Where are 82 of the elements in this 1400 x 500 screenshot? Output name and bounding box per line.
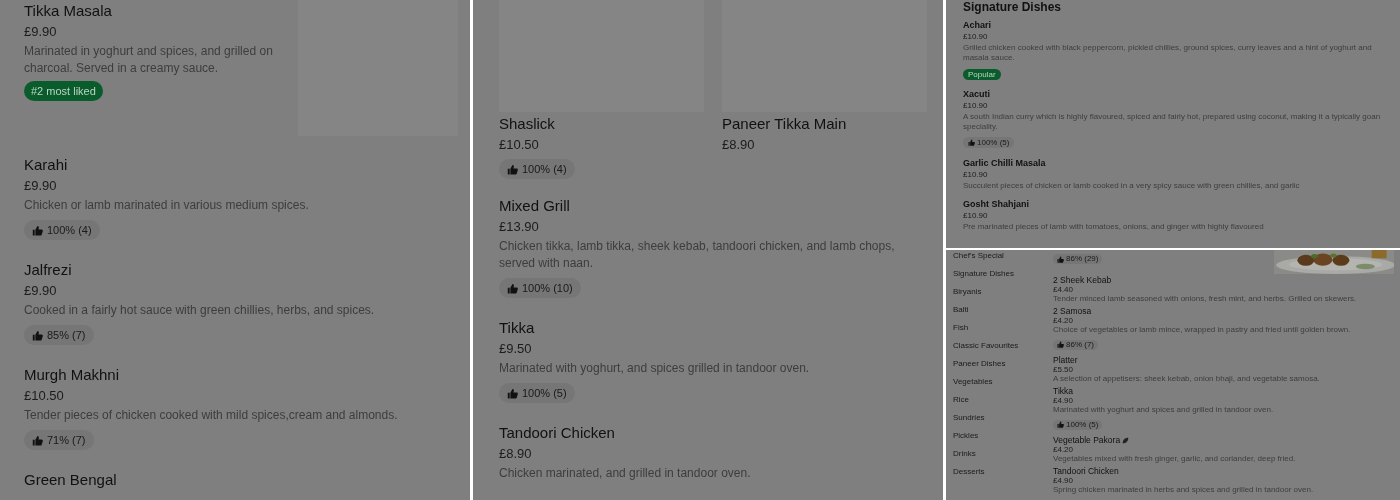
- thumbs-up-icon: [1057, 341, 1064, 348]
- dish-name[interactable]: Tandoori Chicken: [1053, 466, 1394, 476]
- dish-price: £8.90: [722, 137, 756, 153]
- dish-name[interactable]: Murgh Makhni: [24, 366, 458, 384]
- dish-description: Chicken tikka, lamb tikka, sheek kebab, tandoori chicken, and lamb chops, served with naan.: [499, 238, 896, 272]
- thumbs-up-icon: [1057, 255, 1064, 263]
- dish-description: Marinated in yoghurt and spices, and grilled on charcoal. Served in a creamy sauce.: [24, 43, 274, 77]
- category-link[interactable]: Drinks: [953, 449, 1053, 459]
- rating-pill: 100% (5): [1053, 419, 1103, 430]
- thumbs-up-icon: [507, 163, 518, 175]
- dish-price: £9.90: [24, 24, 58, 40]
- dish-price: £10.90: [963, 211, 989, 221]
- category-link[interactable]: Sundries: [953, 413, 1053, 423]
- dish-name[interactable]: Tandoori Chicken: [499, 424, 929, 442]
- rating-pill: 71% (7): [24, 430, 94, 450]
- rating-pill: 86% (7): [1053, 339, 1098, 350]
- category-link[interactable]: Classic Favourites: [953, 341, 1053, 351]
- dish-name[interactable]: 2 Sheek Kebab: [1053, 275, 1394, 285]
- dish-price: £4.20: [1053, 316, 1075, 325]
- most-liked-badge: #2 most liked: [24, 81, 103, 101]
- dish-price: £4.90: [1053, 396, 1075, 405]
- dish-description: Marinated with yoghurt, and spices grilled in tandoor oven.: [499, 360, 811, 377]
- dish-price: £9.50: [499, 341, 533, 357]
- thumbs-up-icon: [968, 139, 975, 146]
- dish-name[interactable]: Garlic Chilli Masala: [963, 158, 1390, 169]
- dish-price: £4.40: [1053, 285, 1075, 294]
- rating-pill: 85% (7): [24, 325, 94, 345]
- section-heading: Signature Dishes: [963, 0, 1063, 14]
- dish-name[interactable]: Jalfrezi: [24, 261, 458, 279]
- dish-name[interactable]: Paneer Tikka Main: [722, 115, 927, 133]
- category-link[interactable]: Chef's Special: [953, 251, 1053, 261]
- dish-description: Chicken or lamb marinated in various medium spices.: [24, 197, 310, 214]
- dish-name[interactable]: Mixed Grill: [499, 197, 929, 215]
- category-link[interactable]: Desserts: [953, 467, 1053, 477]
- dish-description: Chicken marinated, and grilled in tandoor oven.: [499, 465, 752, 482]
- thumbs-up-icon: [32, 329, 43, 341]
- dish-name[interactable]: 2 Samosa: [1053, 306, 1394, 316]
- dish-price: £10.50: [24, 388, 65, 404]
- dish-name[interactable]: Shaslick: [499, 115, 704, 133]
- dish-name[interactable]: Vegetable Pakora: [1053, 435, 1394, 445]
- category-link[interactable]: Signature Dishes: [953, 269, 1053, 279]
- dish-description: Tender pieces of chicken cooked with mild spices,cream and almonds.: [24, 407, 399, 424]
- dish-price: £9.90: [24, 178, 58, 194]
- category-link[interactable]: Rice: [953, 395, 1053, 405]
- dish-price: £10.90: [963, 32, 989, 42]
- thumbs-up-icon: [507, 282, 518, 294]
- popular-badge: Popular: [963, 69, 1001, 80]
- dish-description: Cooked in a fairly hot sauce with green chillies, herbs, and spices.: [24, 302, 376, 319]
- dish-name[interactable]: Green Bengal: [24, 471, 458, 489]
- thumbs-up-icon: [32, 224, 43, 236]
- dish-name[interactable]: Tikka Masala: [24, 2, 279, 20]
- dish-price: £10.90: [963, 101, 989, 111]
- dish-price: £4.90: [1053, 476, 1075, 485]
- dish-name[interactable]: Achari: [963, 20, 1390, 31]
- rating-pill: 100% (4): [499, 159, 575, 179]
- dish-price: £10.90: [963, 170, 989, 180]
- dish-name[interactable]: Tikka: [1053, 386, 1394, 396]
- rating-pill: 100% (5): [963, 137, 1015, 148]
- category-link[interactable]: Fish: [953, 323, 1053, 333]
- dish-price: £4.20: [1053, 445, 1075, 454]
- dish-price: £10.50: [499, 137, 540, 153]
- dish-name[interactable]: Xacuti: [963, 89, 1390, 100]
- thumbs-up-icon: [1057, 421, 1064, 428]
- rating-pill: 100% (5): [499, 383, 575, 403]
- category-link[interactable]: Balti: [953, 305, 1053, 315]
- dish-price: £5.50: [1053, 365, 1075, 374]
- thumbs-up-icon: [32, 434, 43, 446]
- dish-name[interactable]: Gosht Shahjani: [963, 199, 1390, 210]
- dish-name[interactable]: Karahi: [24, 156, 458, 174]
- dish-price: £8.90: [499, 446, 533, 462]
- thumbs-up-icon: [507, 387, 518, 399]
- dish-price: £13.90: [499, 219, 540, 235]
- category-link[interactable]: Biryanis: [953, 287, 1053, 297]
- rating-pill: 86% (29): [1053, 254, 1103, 264]
- dish-name[interactable]: Platter: [1053, 355, 1394, 365]
- dish-price: £9.90: [24, 283, 58, 299]
- category-link[interactable]: Pickles: [953, 431, 1053, 441]
- category-link[interactable]: Vegetables: [953, 377, 1053, 387]
- category-link[interactable]: Paneer Dishes: [953, 359, 1053, 369]
- rating-pill: 100% (4): [24, 220, 100, 240]
- dish-name[interactable]: Tikka: [499, 319, 929, 337]
- rating-pill: 100% (10): [499, 278, 581, 298]
